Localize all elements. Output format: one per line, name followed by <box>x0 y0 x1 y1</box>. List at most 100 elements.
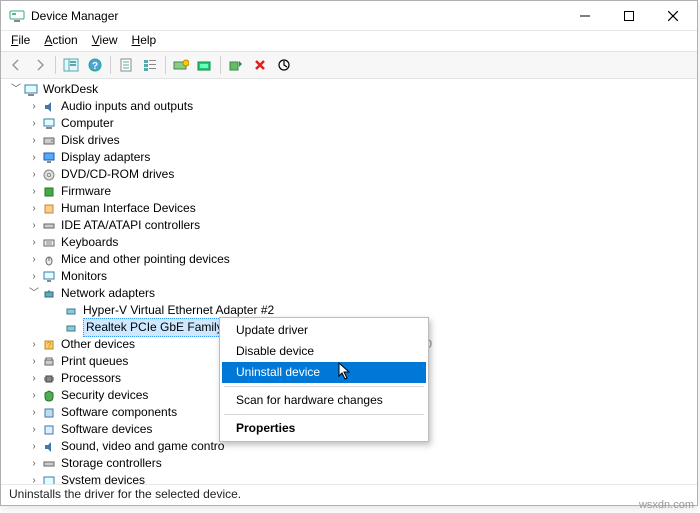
tree-node[interactable]: ›DVD/CD-ROM drives <box>5 166 697 183</box>
ide-icon <box>41 219 57 233</box>
tree-node[interactable]: ›System devices <box>5 472 697 485</box>
chevron-right-icon[interactable]: › <box>27 268 41 285</box>
toolbar-separator <box>220 56 221 74</box>
tree-node[interactable]: ›Display adapters <box>5 149 697 166</box>
window-title: Device Manager <box>31 9 118 23</box>
chevron-right-icon[interactable]: › <box>27 115 41 132</box>
storage-icon <box>41 457 57 471</box>
chevron-right-icon[interactable]: › <box>27 183 41 200</box>
other-icon: ? <box>41 338 57 352</box>
dvd-icon <box>41 168 57 182</box>
firmware-icon <box>41 185 57 199</box>
tree-root[interactable]: ﹀ WorkDesk <box>5 81 697 98</box>
display-icon <box>41 151 57 165</box>
chevron-right-icon[interactable]: › <box>27 149 41 166</box>
help-button[interactable]: ? <box>84 54 106 76</box>
chevron-down-icon[interactable]: ﹀ <box>27 285 41 302</box>
titlebar: Device Manager <box>1 1 697 31</box>
maximize-button[interactable] <box>607 2 651 30</box>
sound-icon <box>41 440 57 454</box>
menu-file[interactable]: File <box>11 33 30 51</box>
cm-uninstall-device[interactable]: Uninstall device <box>222 362 426 383</box>
app-icon <box>9 8 25 24</box>
chevron-right-icon[interactable]: › <box>27 438 41 455</box>
toolbar-separator <box>55 56 56 74</box>
tree-node[interactable]: ›Disk drives <box>5 132 697 149</box>
svg-text:?: ? <box>92 61 98 72</box>
statusbar-text: Uninstalls the driver for the selected d… <box>9 487 241 501</box>
menu-help[interactable]: Help <box>132 33 157 51</box>
chevron-down-icon[interactable]: ﹀ <box>9 81 23 98</box>
chevron-right-icon[interactable]: › <box>27 251 41 268</box>
chevron-right-icon[interactable]: › <box>27 421 41 438</box>
tree-node[interactable]: ›Audio inputs and outputs <box>5 98 697 115</box>
update-driver-button[interactable] <box>170 54 192 76</box>
back-button[interactable] <box>5 54 27 76</box>
mouse-icon <box>41 253 57 267</box>
tree-node[interactable]: ›Mice and other pointing devices <box>5 251 697 268</box>
computer-icon <box>23 83 39 97</box>
chevron-right-icon[interactable]: › <box>27 200 41 217</box>
computer-icon <box>41 117 57 131</box>
chevron-right-icon[interactable]: › <box>27 98 41 115</box>
properties-button[interactable] <box>115 54 137 76</box>
window-controls <box>563 2 695 30</box>
minimize-button[interactable] <box>563 2 607 30</box>
tree-node[interactable]: ›Storage controllers <box>5 455 697 472</box>
chevron-right-icon[interactable]: › <box>27 387 41 404</box>
scan-hardware-button[interactable] <box>194 54 216 76</box>
uninstall-device-button[interactable] <box>249 54 271 76</box>
show-hide-tree-button[interactable] <box>60 54 82 76</box>
tree-node-network-adapters[interactable]: ﹀Network adapters <box>5 285 697 302</box>
cm-update-driver[interactable]: Update driver <box>222 320 426 341</box>
chevron-right-icon[interactable]: › <box>27 217 41 234</box>
toolbar-separator <box>110 56 111 74</box>
software-device-icon <box>41 423 57 437</box>
monitor-icon <box>41 270 57 284</box>
statusbar: Uninstalls the driver for the selected d… <box>1 485 697 505</box>
security-icon <box>41 389 57 403</box>
menubar: File Action View Help <box>1 31 697 51</box>
context-menu-separator <box>224 414 424 415</box>
tree-node[interactable]: ›Keyboards <box>5 234 697 251</box>
hid-icon <box>41 202 57 216</box>
context-menu: Update driver Disable device Uninstall d… <box>219 317 429 442</box>
network-adapter-icon <box>63 304 79 318</box>
cm-properties[interactable]: Properties <box>222 418 426 439</box>
cm-scan-hardware[interactable]: Scan for hardware changes <box>222 390 426 411</box>
audio-icon <box>41 100 57 114</box>
disk-icon <box>41 134 57 148</box>
printer-icon <box>41 355 57 369</box>
system-icon <box>41 474 57 486</box>
toolbar: ? <box>1 51 697 79</box>
forward-button[interactable] <box>29 54 51 76</box>
menu-view[interactable]: View <box>92 33 118 51</box>
menu-action[interactable]: Action <box>44 33 77 51</box>
network-icon <box>41 287 57 301</box>
chevron-right-icon[interactable]: › <box>27 370 41 387</box>
tree-node[interactable]: ›Human Interface Devices <box>5 200 697 217</box>
list-details-button[interactable] <box>139 54 161 76</box>
footer-credit: wsxdn.com <box>639 499 694 511</box>
cm-disable-device[interactable]: Disable device <box>222 341 426 362</box>
device-manager-window: Device Manager File Action View Help ? <box>0 0 698 506</box>
chevron-right-icon[interactable]: › <box>27 336 41 353</box>
tree-node[interactable]: ›Monitors <box>5 268 697 285</box>
chevron-right-icon[interactable]: › <box>27 132 41 149</box>
processor-icon <box>41 372 57 386</box>
chevron-right-icon[interactable]: › <box>27 166 41 183</box>
keyboard-icon <box>41 236 57 250</box>
close-button[interactable] <box>651 2 695 30</box>
chevron-right-icon[interactable]: › <box>27 404 41 421</box>
chevron-right-icon[interactable]: › <box>27 353 41 370</box>
software-component-icon <box>41 406 57 420</box>
tree-node[interactable]: ›IDE ATA/ATAPI controllers <box>5 217 697 234</box>
tree-node[interactable]: ›Firmware <box>5 183 697 200</box>
tree-node[interactable]: ›Computer <box>5 115 697 132</box>
chevron-right-icon[interactable]: › <box>27 234 41 251</box>
chevron-right-icon[interactable]: › <box>27 455 41 472</box>
disable-device-button[interactable] <box>273 54 295 76</box>
root-label: WorkDesk <box>43 81 98 98</box>
enable-device-button[interactable] <box>225 54 247 76</box>
chevron-right-icon[interactable]: › <box>27 472 41 485</box>
